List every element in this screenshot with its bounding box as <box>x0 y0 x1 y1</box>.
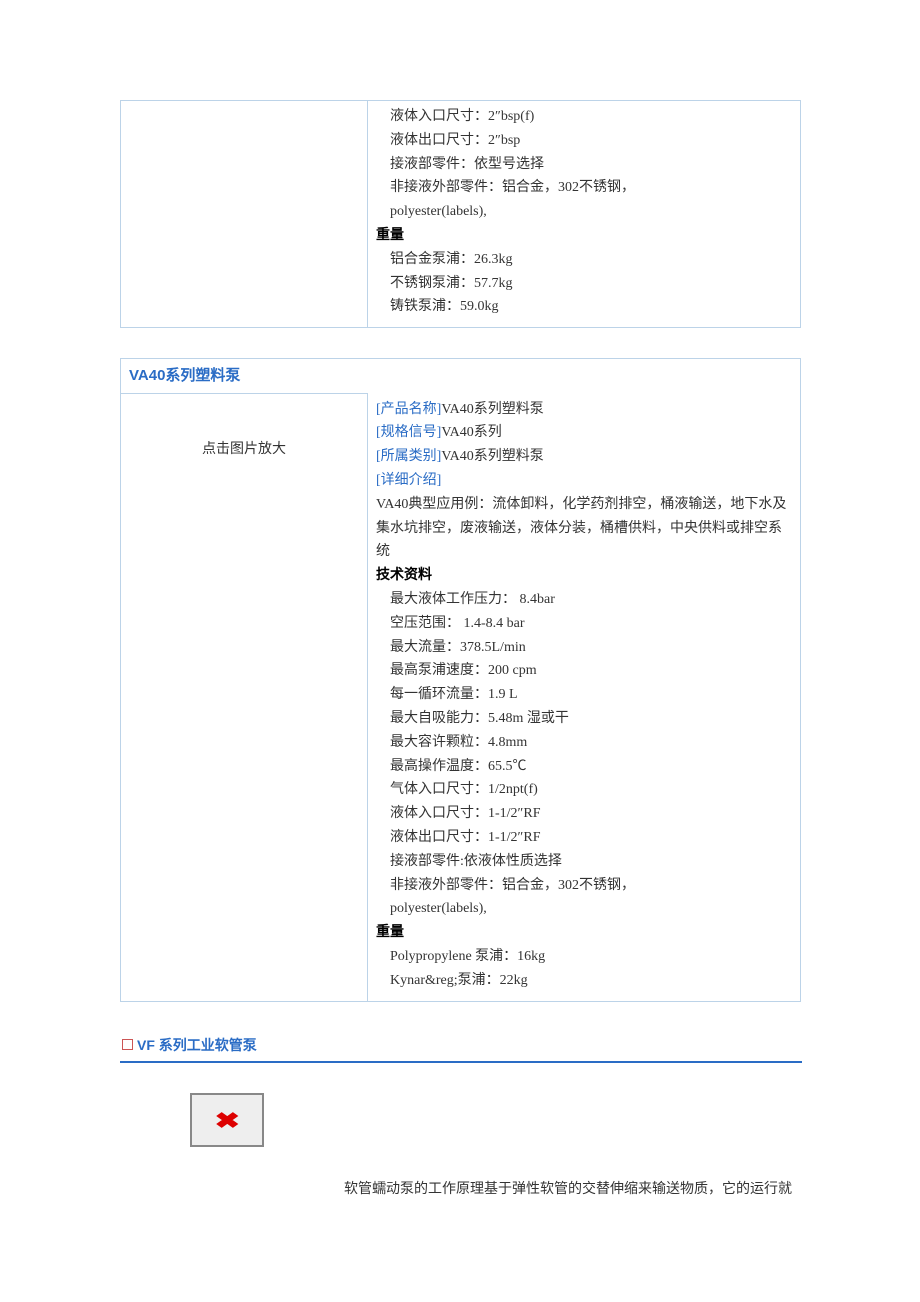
weight-line: Kynar&reg;泵浦：22kg <box>376 969 792 993</box>
spec-line: 接液部零件：依型号选择 <box>376 153 792 177</box>
tech-line: 最大液体工作压力： 8.4bar <box>376 588 792 612</box>
description: VA40典型应用例：流体卸料，化学药剂排空，桶液输送，地下水及集水坑排空，废液输… <box>376 493 792 564</box>
label-name: [产品名称] <box>376 402 441 417</box>
tech-line: 最大容许颗粒：4.8mm <box>376 731 792 755</box>
broken-image-icon: ✖ <box>190 1093 264 1147</box>
tech-line: 最高操作温度：65.5℃ <box>376 755 792 779</box>
weight-line: 铸铁泵浦：59.0kg <box>376 295 792 319</box>
tech-line: 最大流量：378.5L/min <box>376 636 792 660</box>
weight-heading: 重量 <box>376 228 404 243</box>
tech-line: 气体入口尺寸：1/2npt(f) <box>376 778 792 802</box>
label-cat: [所属类别] <box>376 449 441 464</box>
tech-line: 空压范围： 1.4-8.4 bar <box>376 612 792 636</box>
broken-image-x: ✖ <box>214 1102 240 1139</box>
tech-line: 液体入口尺寸：1-1/2″RF <box>376 802 792 826</box>
tech-line: 液体出口尺寸：1-1/2″RF <box>376 826 792 850</box>
value-name: VA40系列塑料泵 <box>441 402 543 417</box>
label-spec: [规格信号] <box>376 425 441 440</box>
spec-table-2: VA40系列塑料泵 点击图片放大 [产品名称]VA40系列塑料泵 [规格信号]V… <box>120 358 801 1001</box>
section-heading-vf: VF 系列工业软管泵 <box>120 1032 802 1064</box>
value-cat: VA40系列塑料泵 <box>441 449 543 464</box>
tech-line: 最大自吸能力：5.48m 湿或干 <box>376 707 792 731</box>
spec-line: 液体出口尺寸：2″bsp <box>376 129 792 153</box>
spec-line: polyester(labels), <box>376 200 792 224</box>
value-spec: VA40系列 <box>441 425 501 440</box>
spec-table-1: 液体入口尺寸：2″bsp(f) 液体出口尺寸：2″bsp 接液部零件：依型号选择… <box>120 100 801 328</box>
spec-table-2-left: 点击图片放大 <box>121 394 368 1001</box>
section-heading-text: VF 系列工业软管泵 <box>137 1037 257 1053</box>
field-row: [产品名称]VA40系列塑料泵 <box>376 398 792 422</box>
spec-line: 非接液外部零件：铝合金，302不锈钢， <box>376 176 792 200</box>
label-detail: [详细介绍] <box>376 473 441 488</box>
tech-line: 非接液外部零件：铝合金，302不锈钢， <box>376 874 792 898</box>
weight-line: Polypropylene 泵浦：16kg <box>376 945 792 969</box>
field-row: [详细介绍] <box>376 469 792 493</box>
bullet-icon <box>122 1039 133 1050</box>
field-row: [规格信号]VA40系列 <box>376 421 792 445</box>
tech-line: 最高泵浦速度：200 cpm <box>376 659 792 683</box>
field-row: [所属类别]VA40系列塑料泵 <box>376 445 792 469</box>
tech-line: 每一循环流量：1.9 L <box>376 683 792 707</box>
weight-line: 不锈钢泵浦：57.7kg <box>376 272 792 296</box>
spec-line: 液体入口尺寸：2″bsp(f) <box>376 105 792 129</box>
vf-paragraph: 软管蠕动泵的工作原理基于弹性软管的交替伸缩来输送物质，它的运行就 <box>120 1177 800 1202</box>
weight-heading-2: 重量 <box>376 925 404 940</box>
spec-table-2-right: [产品名称]VA40系列塑料泵 [规格信号]VA40系列 [所属类别]VA40系… <box>368 394 801 1001</box>
tech-line: 接液部零件:依液体性质选择 <box>376 850 792 874</box>
weight-line: 铝合金泵浦：26.3kg <box>376 248 792 272</box>
spec-table-1-right: 液体入口尺寸：2″bsp(f) 液体出口尺寸：2″bsp 接液部零件：依型号选择… <box>368 101 801 328</box>
zoom-hint[interactable]: 点击图片放大 <box>129 398 359 462</box>
tech-heading: 技术资料 <box>376 568 432 583</box>
product-title: VA40系列塑料泵 <box>121 359 368 394</box>
tech-line: polyester(labels), <box>376 897 792 921</box>
spec-table-1-left <box>121 101 368 328</box>
